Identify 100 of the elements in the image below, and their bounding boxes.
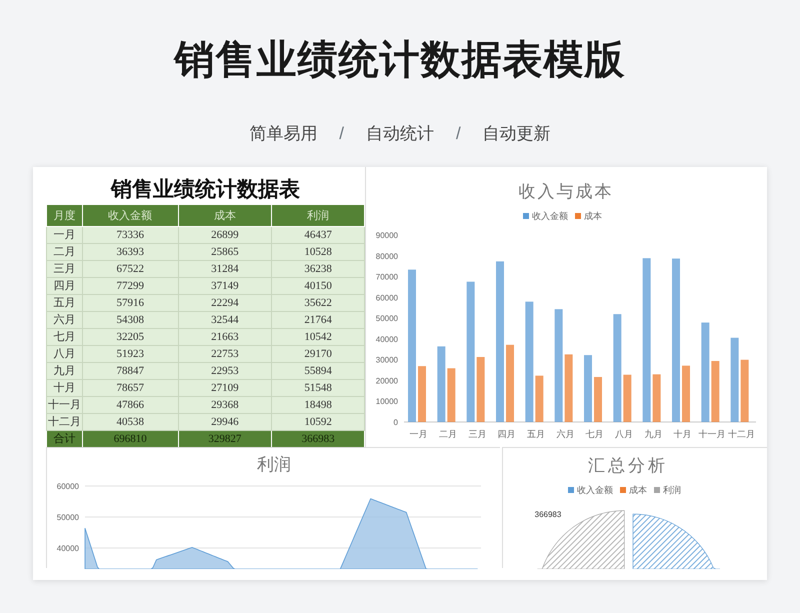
table-cell: 29368 (178, 396, 272, 414)
table-cell: 78847 (82, 362, 178, 380)
bar (740, 360, 749, 422)
bar (418, 366, 426, 422)
tagline: 简单易用 (249, 123, 318, 145)
table-cell: 27109 (178, 380, 272, 396)
table-cell: 31284 (178, 260, 272, 278)
table-cell: 29946 (178, 414, 272, 430)
table-cell: 22753 (178, 346, 272, 362)
table-cell: 10542 (272, 328, 364, 346)
table-cell: 一月 (46, 226, 82, 244)
axis-tick-label: 20000 (376, 376, 398, 386)
table-cell: 10592 (272, 414, 364, 430)
bar (535, 376, 544, 422)
table-cell: 18498 (272, 396, 364, 414)
total-cell: 合计 (46, 430, 82, 447)
table-cell: 五月 (46, 294, 82, 312)
axis-tick-label: 40000 (376, 334, 398, 344)
column-header: 利润 (272, 204, 364, 226)
axis-tick-label: 90000 (376, 231, 398, 240)
table-cell: 九月 (46, 362, 82, 380)
axis-category-label: 九月 (644, 429, 662, 439)
total-cell: 366983 (272, 430, 364, 447)
axis-category-label: 二月 (439, 429, 457, 439)
axis-tick-label: 70000 (376, 272, 398, 282)
separator: / (339, 123, 344, 145)
total-cell: 329827 (178, 430, 272, 447)
data-label: 366983 (534, 510, 562, 519)
table-cell: 21764 (272, 312, 364, 328)
axis-category-label: 十二月 (728, 429, 755, 439)
table-cell: 77299 (82, 278, 178, 294)
table-title: 销售业绩统计数据表 (110, 177, 301, 203)
bar (652, 374, 661, 422)
table-cell: 40538 (82, 414, 178, 430)
bar (623, 374, 632, 422)
axis-category-label: 三月 (468, 429, 486, 439)
axis-tick-label: 50000 (376, 314, 398, 324)
table-cell: 40150 (272, 278, 364, 294)
axis-category-label: 十一月 (698, 429, 726, 439)
total-cell: 696810 (82, 430, 178, 447)
chart-title: 利润 (257, 455, 291, 474)
table-cell: 十月 (46, 380, 82, 396)
table-cell: 29170 (272, 346, 364, 362)
table-cell: 54308 (82, 312, 178, 328)
axis-tick-label: 0 (394, 418, 398, 427)
table-cell: 78657 (82, 380, 178, 396)
bar (476, 357, 485, 422)
axis-category-label: 四月 (498, 429, 516, 439)
table-cell: 37149 (178, 278, 272, 294)
bar (594, 377, 602, 422)
axis-tick-label: 30000 (376, 356, 398, 365)
legend-label: 收入金额 (577, 485, 613, 495)
table-cell: 25865 (178, 244, 272, 260)
table-cell: 二月 (46, 244, 82, 260)
table-cell: 51548 (272, 380, 364, 396)
table-cell: 26899 (178, 226, 272, 244)
page-title: 销售业绩统计数据表模版 (174, 37, 626, 84)
legend-label: 收入金额 (532, 211, 568, 221)
bar (682, 366, 690, 422)
axis-label: 60000 (56, 482, 79, 491)
axis-category-label: 六月 (556, 429, 574, 439)
table-cell: 32544 (178, 312, 272, 328)
table-cell: 67522 (82, 260, 178, 278)
separator: / (456, 123, 461, 145)
axis-tick-label: 60000 (376, 293, 398, 302)
table-cell: 46437 (272, 226, 364, 244)
column-header: 收入金额 (82, 204, 178, 226)
table-cell: 十一月 (46, 396, 82, 414)
column-header: 月度 (46, 204, 82, 226)
tagline: 自动更新 (482, 123, 551, 145)
table-cell: 73336 (82, 226, 178, 244)
bar (584, 355, 592, 422)
table-cell: 八月 (46, 346, 82, 362)
table-cell: 22953 (178, 362, 272, 380)
table-cell: 35622 (272, 294, 364, 312)
table-cell: 32205 (82, 328, 178, 346)
table-cell: 六月 (46, 312, 82, 328)
tagline: 自动统计 (366, 123, 434, 145)
axis-category-label: 五月 (527, 429, 545, 439)
table-cell: 47866 (82, 396, 178, 414)
axis-tick-label: 10000 (376, 397, 398, 406)
table-cell: 四月 (46, 278, 82, 294)
legend-label: 成本 (629, 485, 647, 495)
table-cell: 10528 (272, 244, 364, 260)
table-cell: 十二月 (46, 414, 82, 430)
axis-tick-label: 80000 (376, 252, 398, 261)
legend-label: 利润 (663, 485, 681, 495)
chart-title: 汇总分析 (588, 456, 668, 475)
axis-category-label: 八月 (615, 429, 633, 439)
axis-label: 50000 (56, 513, 79, 522)
column-header: 成本 (178, 204, 272, 226)
axis-category-label: 七月 (586, 429, 604, 439)
table-cell: 55894 (272, 362, 364, 380)
bar (564, 354, 573, 422)
table-cell: 21663 (178, 328, 272, 346)
bar (447, 368, 456, 422)
axis-category-label: 一月 (410, 429, 428, 439)
bar (711, 360, 720, 422)
legend-label: 成本 (584, 211, 602, 221)
axis-category-label: 十月 (674, 429, 692, 439)
